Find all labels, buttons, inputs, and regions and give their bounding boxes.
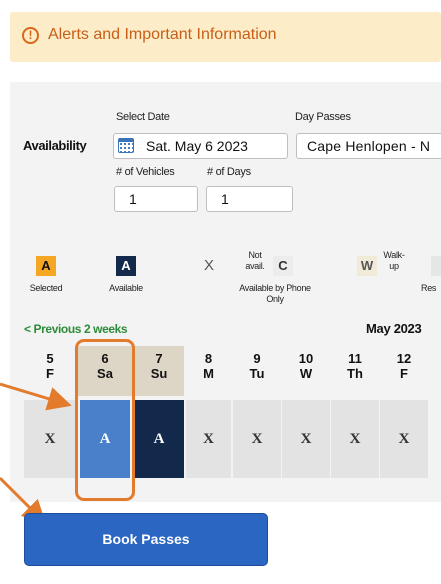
annotation-arrows — [0, 382, 72, 525]
arrow-to-day-icon — [0, 382, 72, 411]
book-passes-button[interactable]: Book Passes — [24, 513, 268, 566]
